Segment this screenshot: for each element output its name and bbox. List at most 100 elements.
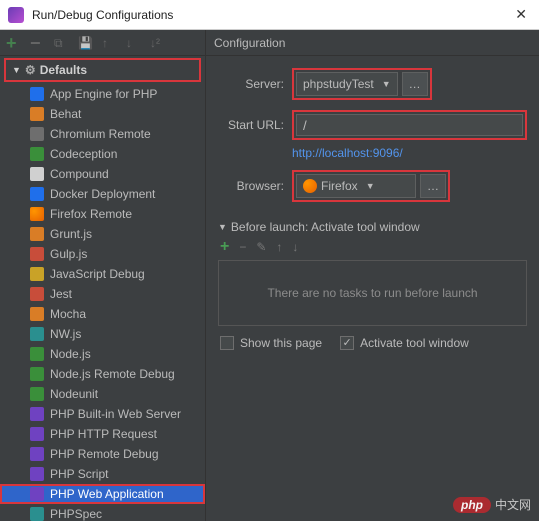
start-url-input[interactable] — [296, 114, 523, 136]
tree-item-icon — [30, 327, 44, 341]
tree-group-defaults[interactable]: ⚙ Defaults — [4, 58, 201, 82]
tree-item-icon — [30, 207, 44, 221]
watermark: php 中文网 — [453, 496, 531, 513]
show-this-page-option[interactable]: Show this page — [220, 336, 322, 350]
browser-highlight: Firefox ▼ … — [292, 170, 450, 202]
firefox-icon — [303, 179, 317, 193]
tree-item[interactable]: PHP HTTP Request — [0, 424, 205, 444]
tree-group-label: Defaults — [40, 63, 87, 77]
tree-item[interactable]: Gulp.js — [0, 244, 205, 264]
tree-item-label: Docker Deployment — [50, 187, 155, 201]
tree-item[interactable]: Jest — [0, 284, 205, 304]
sidebar: + − ⧉ 💾 ↑ ↓ ↓² ⚙ Defaults App Engine for… — [0, 30, 206, 521]
tree-item[interactable]: Mocha — [0, 304, 205, 324]
tree-item-label: App Engine for PHP — [50, 87, 157, 101]
checkbox-unchecked-icon[interactable] — [220, 336, 234, 350]
tree-item[interactable]: Node.js — [0, 344, 205, 364]
move-down-icon[interactable]: ↓ — [126, 36, 140, 50]
detail-toolbar: Configuration — [206, 30, 539, 56]
tree-item-label: Jest — [50, 287, 72, 301]
watermark-pill: php — [453, 497, 491, 513]
tree-item[interactable]: PHP Script — [0, 464, 205, 484]
tree-item-label: Gulp.js — [50, 247, 87, 261]
browser-dropdown[interactable]: Firefox ▼ — [296, 174, 416, 198]
tree-item-label: Node.js — [50, 347, 91, 361]
start-url-label: Start URL: — [218, 118, 284, 132]
tree-item[interactable]: PHP Remote Debug — [0, 444, 205, 464]
tree-item-label: Mocha — [50, 307, 86, 321]
tree-item-label: NW.js — [50, 327, 81, 341]
start-url-highlight — [292, 110, 527, 140]
tree-item[interactable]: Firefox Remote — [0, 204, 205, 224]
edit-icon[interactable]: ✎ — [256, 240, 266, 254]
tree-item-label: Compound — [50, 167, 109, 181]
tree-item-icon — [30, 227, 44, 241]
tree-item-label: Node.js Remote Debug — [50, 367, 175, 381]
add-icon[interactable]: + — [220, 240, 229, 254]
tree-item-icon — [30, 307, 44, 321]
sort-icon[interactable]: ↓² — [150, 36, 164, 50]
server-browse-button[interactable]: … — [402, 72, 428, 96]
remove-icon[interactable]: − — [30, 36, 44, 50]
footer-options: Show this page Activate tool window — [206, 326, 539, 360]
copy-icon[interactable]: ⧉ — [54, 36, 68, 50]
sidebar-toolbar: + − ⧉ 💾 ↑ ↓ ↓² — [0, 30, 205, 56]
tree-item-icon — [30, 427, 44, 441]
resolved-url-link[interactable]: http://localhost:9096/ — [218, 146, 527, 160]
tree-item-icon — [30, 467, 44, 481]
tree-item-icon — [30, 267, 44, 281]
move-up-icon[interactable]: ↑ — [276, 240, 282, 254]
before-launch-empty: There are no tasks to run before launch — [267, 286, 477, 300]
tree-item-label: PHP Script — [50, 467, 108, 481]
activate-tool-window-option[interactable]: Activate tool window — [340, 336, 469, 350]
tree-item-icon — [30, 487, 44, 501]
configuration-heading: Configuration — [212, 36, 285, 50]
config-tree[interactable]: ⚙ Defaults App Engine for PHP Behat Chromi… — [0, 56, 205, 521]
tree-item[interactable]: Node.js Remote Debug — [0, 364, 205, 384]
before-launch-tasks: There are no tasks to run before launch — [218, 260, 527, 326]
tree-item[interactable]: Chromium Remote — [0, 124, 205, 144]
tree-item[interactable]: PHPSpec — [0, 504, 205, 521]
tree-item-icon — [30, 187, 44, 201]
checkbox-checked-icon[interactable] — [340, 336, 354, 350]
tree-item[interactable]: PHP Built-in Web Server — [0, 404, 205, 424]
browser-label: Browser: — [218, 179, 284, 193]
remove-icon[interactable]: − — [239, 240, 246, 254]
tree-item-icon — [30, 347, 44, 361]
tree-item[interactable]: Grunt.js — [0, 224, 205, 244]
tree-item[interactable]: Codeception — [0, 144, 205, 164]
before-launch-toolbar: + − ✎ ↑ ↓ — [218, 238, 527, 258]
tree-item-icon — [30, 387, 44, 401]
tree-item[interactable]: JavaScript Debug — [0, 264, 205, 284]
server-dropdown[interactable]: phpstudyTest ▼ — [296, 72, 398, 96]
server-value: phpstudyTest — [303, 77, 374, 91]
tree-item-icon — [30, 507, 44, 521]
tree-item-icon — [30, 107, 44, 121]
tree-item[interactable]: Behat — [0, 104, 205, 124]
close-icon[interactable]: ✕ — [511, 6, 531, 23]
titlebar: Run/Debug Configurations ✕ — [0, 0, 539, 30]
tree-item[interactable]: Nodeunit — [0, 384, 205, 404]
tree-item-icon — [30, 127, 44, 141]
tree-item-icon — [30, 407, 44, 421]
tree-item-label: Behat — [50, 107, 81, 121]
watermark-text: 中文网 — [495, 496, 531, 513]
tree-item[interactable]: Compound — [0, 164, 205, 184]
tree-item[interactable]: Docker Deployment — [0, 184, 205, 204]
chevron-down-icon — [218, 222, 227, 232]
save-icon[interactable]: 💾 — [78, 36, 92, 50]
tree-item-icon — [30, 247, 44, 261]
tree-item-label: PHP Remote Debug — [50, 447, 159, 461]
tree-item[interactable]: PHP Web Application — [0, 484, 205, 504]
chevron-down-icon: ▼ — [366, 181, 375, 191]
tree-item[interactable]: NW.js — [0, 324, 205, 344]
before-launch-heading-row[interactable]: Before launch: Activate tool window — [218, 216, 527, 238]
server-highlight: phpstudyTest ▼ … — [292, 68, 432, 100]
chevron-down-icon: ▼ — [382, 79, 391, 89]
move-down-icon[interactable]: ↓ — [292, 240, 298, 254]
add-icon[interactable]: + — [6, 36, 20, 50]
tree-item[interactable]: App Engine for PHP — [0, 84, 205, 104]
move-up-icon[interactable]: ↑ — [102, 36, 116, 50]
browser-browse-button[interactable]: … — [420, 174, 446, 198]
browser-value: Firefox — [321, 179, 358, 193]
